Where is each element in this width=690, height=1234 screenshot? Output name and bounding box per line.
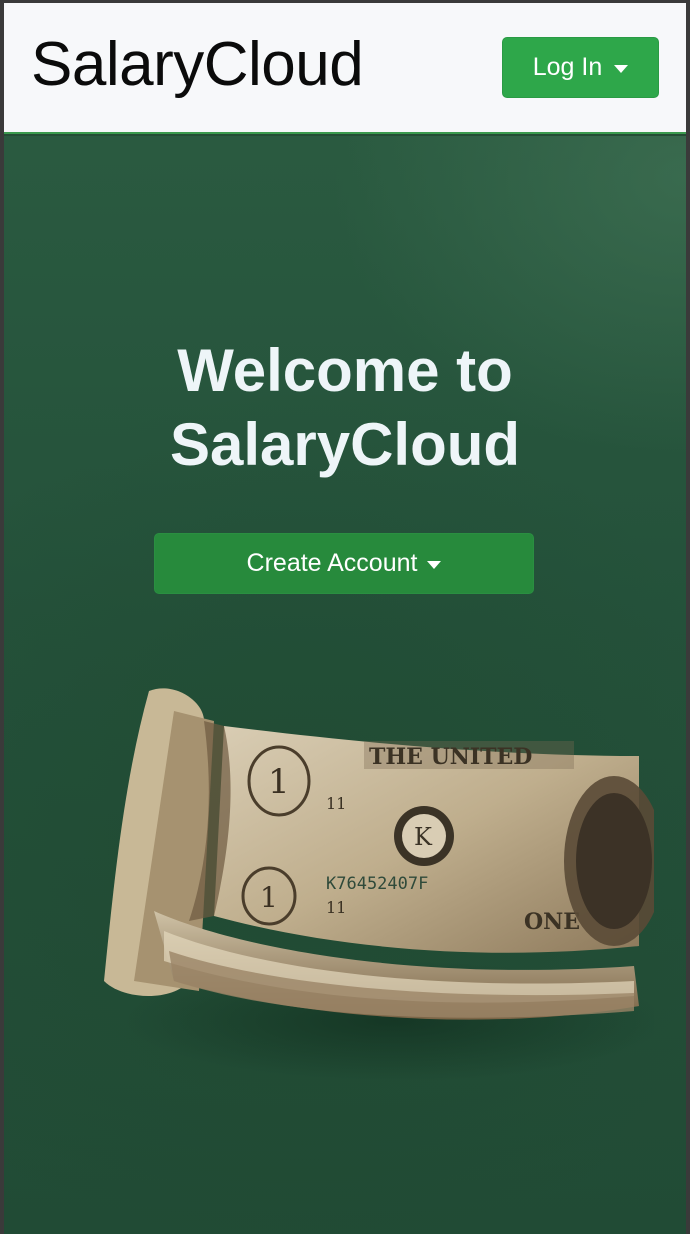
svg-text:ONE: ONE [524, 909, 580, 935]
login-dropdown-button[interactable]: Log In [502, 37, 659, 98]
create-account-dropdown-button[interactable]: Create Account [154, 533, 534, 594]
create-account-label: Create Account [246, 549, 418, 577]
login-button-label: Log In [532, 53, 603, 81]
caret-down-icon [614, 64, 629, 73]
hero-section: Welcome to SalaryCloud Create Account 1 … [4, 136, 686, 1234]
svg-text:1: 1 [268, 762, 290, 802]
svg-text:THE UNITED: THE UNITED [369, 744, 532, 770]
hero-headline-line2: SalaryCloud [169, 411, 521, 478]
svg-text:1: 1 [260, 881, 278, 914]
browser-frame: SalaryCloud Log In Welcome to SalaryClou… [0, 0, 690, 1234]
page: SalaryCloud Log In Welcome to SalaryClou… [4, 3, 686, 1234]
navbar: SalaryCloud Log In [4, 3, 686, 134]
hero-headline: Welcome to SalaryCloud [4, 334, 686, 482]
svg-text:11: 11 [326, 898, 346, 917]
folded-dollar-bills-image: 1 1 THE UNITED K K76452407F 11 11 ONE [104, 688, 654, 1081]
hero-headline-line1: Welcome to [177, 337, 513, 404]
svg-text:K: K [414, 823, 433, 851]
caret-down-icon [427, 560, 442, 569]
svg-text:11: 11 [326, 794, 346, 813]
svg-text:K76452407F: K76452407F [326, 874, 428, 894]
brand-logo[interactable]: SalaryCloud [31, 29, 364, 101]
